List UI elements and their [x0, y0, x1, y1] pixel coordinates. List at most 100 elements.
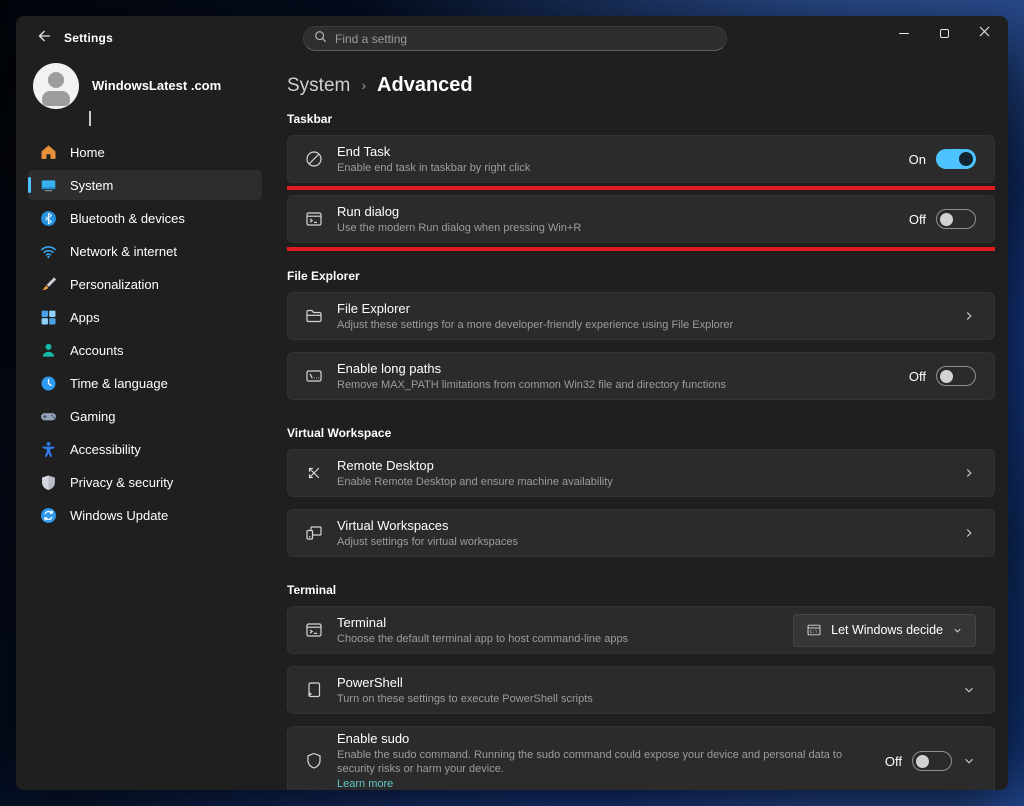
sidebar-item-personalization[interactable]: Personalization [28, 269, 262, 299]
setting-text: Terminal Choose the default terminal app… [337, 615, 793, 646]
avatar-head [48, 72, 64, 88]
setting-desc: Enable the sudo command. Running the sud… [337, 748, 877, 776]
toggle-state-label: Off [909, 212, 926, 227]
setting-control: Off [885, 751, 976, 771]
system-icon [40, 177, 57, 194]
sidebar-item-label: Gaming [70, 409, 116, 424]
setting-card-virtual-workspaces[interactable]: Virtual Workspaces Adjust settings for v… [287, 509, 995, 557]
setting-card-file-explorer[interactable]: File Explorer Adjust these settings for … [287, 292, 995, 340]
setting-text: Run dialog Use the modern Run dialog whe… [337, 204, 909, 235]
toggle-knob [940, 213, 953, 226]
sudo-toggle[interactable] [912, 751, 952, 771]
setting-card-terminal[interactable]: Terminal Choose the default terminal app… [287, 606, 995, 654]
setting-title: Run dialog [337, 204, 901, 220]
breadcrumb-root[interactable]: System [287, 75, 350, 97]
selection-indicator [28, 177, 31, 193]
setting-card-enable-sudo[interactable]: Enable sudo Enable the sudo command. Run… [287, 726, 995, 790]
search-input[interactable] [335, 32, 716, 46]
search-icon [314, 30, 327, 48]
terminal-icon [304, 620, 324, 640]
setting-card-powershell[interactable]: PowerShell Turn on these settings to exe… [287, 666, 995, 714]
privacy-security-icon [40, 474, 57, 491]
text-caret [89, 111, 91, 126]
section-title-file-explorer: File Explorer [287, 269, 995, 283]
chevron-down-icon [952, 625, 963, 636]
setting-desc: Adjust these settings for a more develop… [337, 318, 954, 332]
setting-title: Remote Desktop [337, 458, 954, 474]
chevron-right-icon [962, 466, 976, 480]
highlighted-setting: Run dialog Use the modern Run dialog whe… [287, 195, 995, 243]
sidebar-item-windows-update[interactable]: Windows Update [28, 500, 262, 530]
setting-text: PowerShell Turn on these settings to exe… [337, 675, 962, 706]
setting-desc: Choose the default terminal app to host … [337, 632, 785, 646]
app-title: Settings [64, 31, 113, 45]
sidebar-item-label: Time & language [70, 376, 168, 391]
setting-desc: Use the modern Run dialog when pressing … [337, 221, 901, 235]
screen: Settings WindowsLatest .com [0, 0, 1024, 806]
setting-desc: Enable end task in taskbar by right clic… [337, 161, 901, 175]
long-paths-icon [304, 366, 324, 386]
expand-chevron-down-icon[interactable] [962, 683, 976, 697]
sidebar: WindowsLatest .com Home System [16, 60, 278, 790]
end-task-toggle[interactable] [936, 149, 976, 169]
sidebar-item-gaming[interactable]: Gaming [28, 401, 262, 431]
gaming-icon [40, 408, 57, 425]
learn-more-link[interactable]: Learn more [337, 777, 393, 790]
time-language-icon [40, 375, 57, 392]
sidebar-item-bluetooth-devices[interactable]: Bluetooth & devices [28, 203, 262, 233]
setting-title: Enable sudo [337, 731, 877, 747]
apps-icon [40, 309, 57, 326]
toggle-state-label: Off [885, 754, 902, 769]
sidebar-item-privacy-security[interactable]: Privacy & security [28, 467, 262, 497]
maximize-icon [940, 29, 949, 38]
setting-card-remote-desktop[interactable]: Remote Desktop Enable Remote Desktop and… [287, 449, 995, 497]
accounts-icon [40, 342, 57, 359]
terminal-dropdown[interactable]: C:\ Let Windows decide [793, 614, 976, 647]
setting-control [962, 466, 976, 480]
setting-desc: Turn on these settings to execute PowerS… [337, 692, 954, 706]
sidebar-item-label: Network & internet [70, 244, 177, 259]
sidebar-item-label: Home [70, 145, 105, 160]
sidebar-item-apps[interactable]: Apps [28, 302, 262, 332]
avatar[interactable] [33, 63, 79, 109]
setting-card-run-dialog[interactable]: Run dialog Use the modern Run dialog whe… [287, 195, 995, 243]
long-paths-toggle[interactable] [936, 366, 976, 386]
windows-update-icon [40, 507, 57, 524]
setting-control: Off [909, 366, 976, 386]
sidebar-item-network-internet[interactable]: Network & internet [28, 236, 262, 266]
setting-control: On [909, 149, 976, 169]
run-dialog-toggle[interactable] [936, 209, 976, 229]
sidebar-item-label: Privacy & security [70, 475, 173, 490]
setting-control: C:\ Let Windows decide [793, 614, 976, 647]
sidebar-item-time-language[interactable]: Time & language [28, 368, 262, 398]
maximize-button[interactable] [924, 18, 964, 48]
toggle-knob [959, 152, 973, 166]
close-button[interactable] [964, 18, 1004, 48]
minimize-button[interactable] [884, 18, 924, 48]
virtual-workspaces-icon [304, 523, 324, 543]
sidebar-item-home[interactable]: Home [28, 137, 262, 167]
setting-text: Virtual Workspaces Adjust settings for v… [337, 518, 962, 549]
accessibility-icon [40, 441, 57, 458]
setting-text: End Task Enable end task in taskbar by r… [337, 144, 909, 175]
sidebar-item-label: System [70, 178, 113, 193]
setting-title: Terminal [337, 615, 785, 631]
setting-card-enable-long-paths[interactable]: Enable long paths Remove MAX_PATH limita… [287, 352, 995, 400]
expand-chevron-down-icon[interactable] [962, 754, 976, 768]
sidebar-item-accounts[interactable]: Accounts [28, 335, 262, 365]
setting-control: Off [909, 209, 976, 229]
shield-icon [304, 751, 324, 771]
sidebar-item-label: Accounts [70, 343, 123, 358]
setting-control [962, 526, 976, 540]
setting-text: Remote Desktop Enable Remote Desktop and… [337, 458, 962, 489]
chevron-right-icon [962, 526, 976, 540]
titlebar: Settings [16, 16, 1008, 60]
sidebar-item-accessibility[interactable]: Accessibility [28, 434, 262, 464]
sidebar-item-system[interactable]: System [28, 170, 262, 200]
setting-card-end-task[interactable]: End Task Enable end task in taskbar by r… [287, 135, 995, 183]
settings-content: System › Advanced Taskbar End Task Enabl… [287, 60, 995, 790]
setting-text: File Explorer Adjust these settings for … [337, 301, 962, 332]
network-icon [40, 243, 57, 260]
back-button[interactable] [29, 24, 59, 52]
setting-title: Virtual Workspaces [337, 518, 954, 534]
